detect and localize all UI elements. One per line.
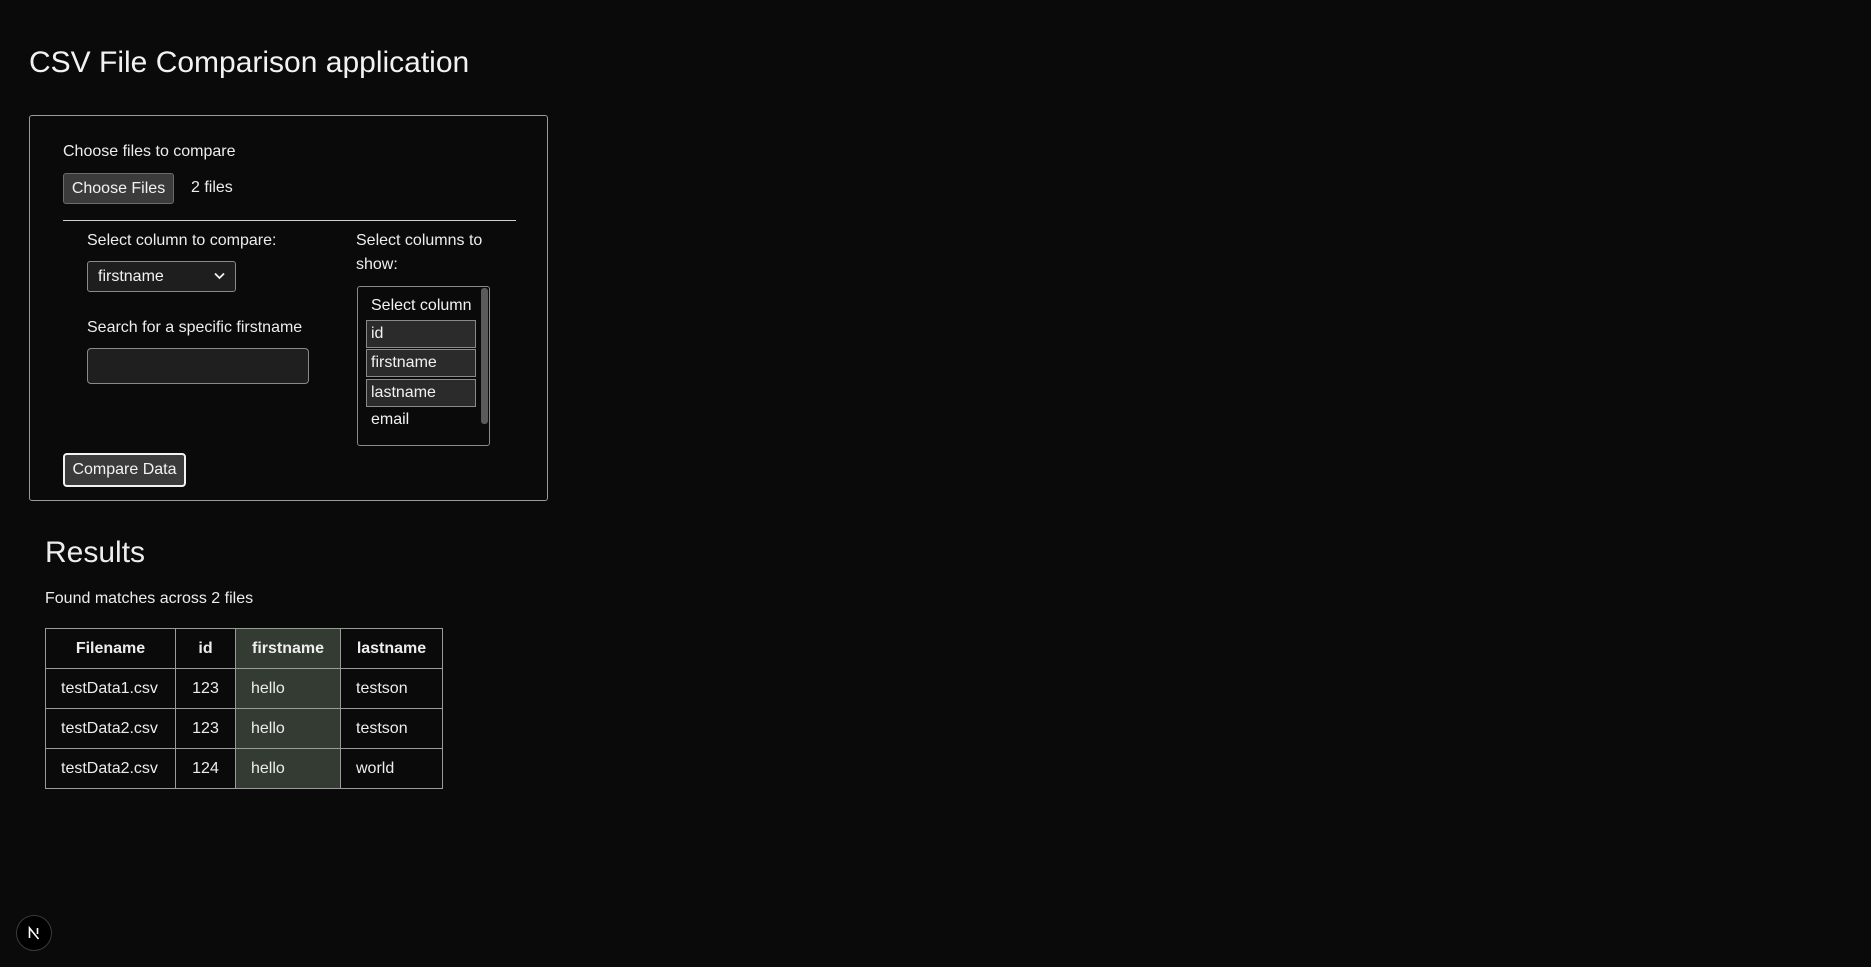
option-select-column[interactable]: Select column xyxy=(366,292,476,320)
compare-column-value: firstname xyxy=(98,267,164,285)
cell-id: 124 xyxy=(175,748,236,789)
option-id[interactable]: id xyxy=(366,320,476,348)
header-firstname: firstname xyxy=(235,628,341,669)
choose-files-label: Choose files to compare xyxy=(63,143,236,160)
search-input[interactable] xyxy=(87,348,309,384)
table-row: testData2.csv 123 hello testson xyxy=(45,708,443,749)
cell-lastname: testson xyxy=(340,668,443,709)
table-header-row: Filename id firstname lastname xyxy=(45,628,443,669)
file-count-text: 2 files xyxy=(191,179,233,196)
results-table: Filename id firstname lastname testData1… xyxy=(45,628,443,789)
multiselect-scrollbar[interactable] xyxy=(481,288,488,424)
cell-lastname: world xyxy=(340,748,443,789)
table-row: testData1.csv 123 hello testson xyxy=(45,668,443,709)
compare-column-select[interactable]: firstname xyxy=(87,261,236,292)
cell-firstname: hello xyxy=(235,668,341,709)
results-summary: Found matches across 2 files xyxy=(45,590,254,607)
header-lastname: lastname xyxy=(340,628,443,669)
next-logo-icon[interactable] xyxy=(16,915,52,951)
results-heading: Results xyxy=(45,536,146,569)
divider xyxy=(63,220,516,221)
cell-filename: testData2.csv xyxy=(45,708,176,749)
cell-lastname: testson xyxy=(340,708,443,749)
comparison-form: Choose files to compare Choose Files 2 f… xyxy=(29,115,548,501)
header-id: id xyxy=(175,628,236,669)
cell-id: 123 xyxy=(175,668,236,709)
compare-column-label: Select column to compare: xyxy=(87,232,277,249)
cell-filename: testData2.csv xyxy=(45,748,176,789)
show-columns-multiselect[interactable]: Select column id firstname lastname emai… xyxy=(357,286,490,446)
option-lastname[interactable]: lastname xyxy=(366,379,476,407)
page-title: CSV File Comparison application xyxy=(29,46,470,79)
show-columns-label: Select columns to show: xyxy=(356,232,483,273)
table-row: testData2.csv 124 hello world xyxy=(45,748,443,789)
header-filename: Filename xyxy=(45,628,176,669)
cell-filename: testData1.csv xyxy=(45,668,176,709)
cell-firstname: hello xyxy=(235,748,341,789)
compare-data-button[interactable]: Compare Data xyxy=(63,453,186,487)
option-firstname[interactable]: firstname xyxy=(366,349,476,377)
chevron-down-icon xyxy=(214,271,225,283)
option-email[interactable]: email xyxy=(366,406,476,434)
cell-id: 123 xyxy=(175,708,236,749)
search-label: Search for a specific firstname xyxy=(87,319,303,336)
choose-files-button[interactable]: Choose Files xyxy=(63,173,174,204)
cell-firstname: hello xyxy=(235,708,341,749)
